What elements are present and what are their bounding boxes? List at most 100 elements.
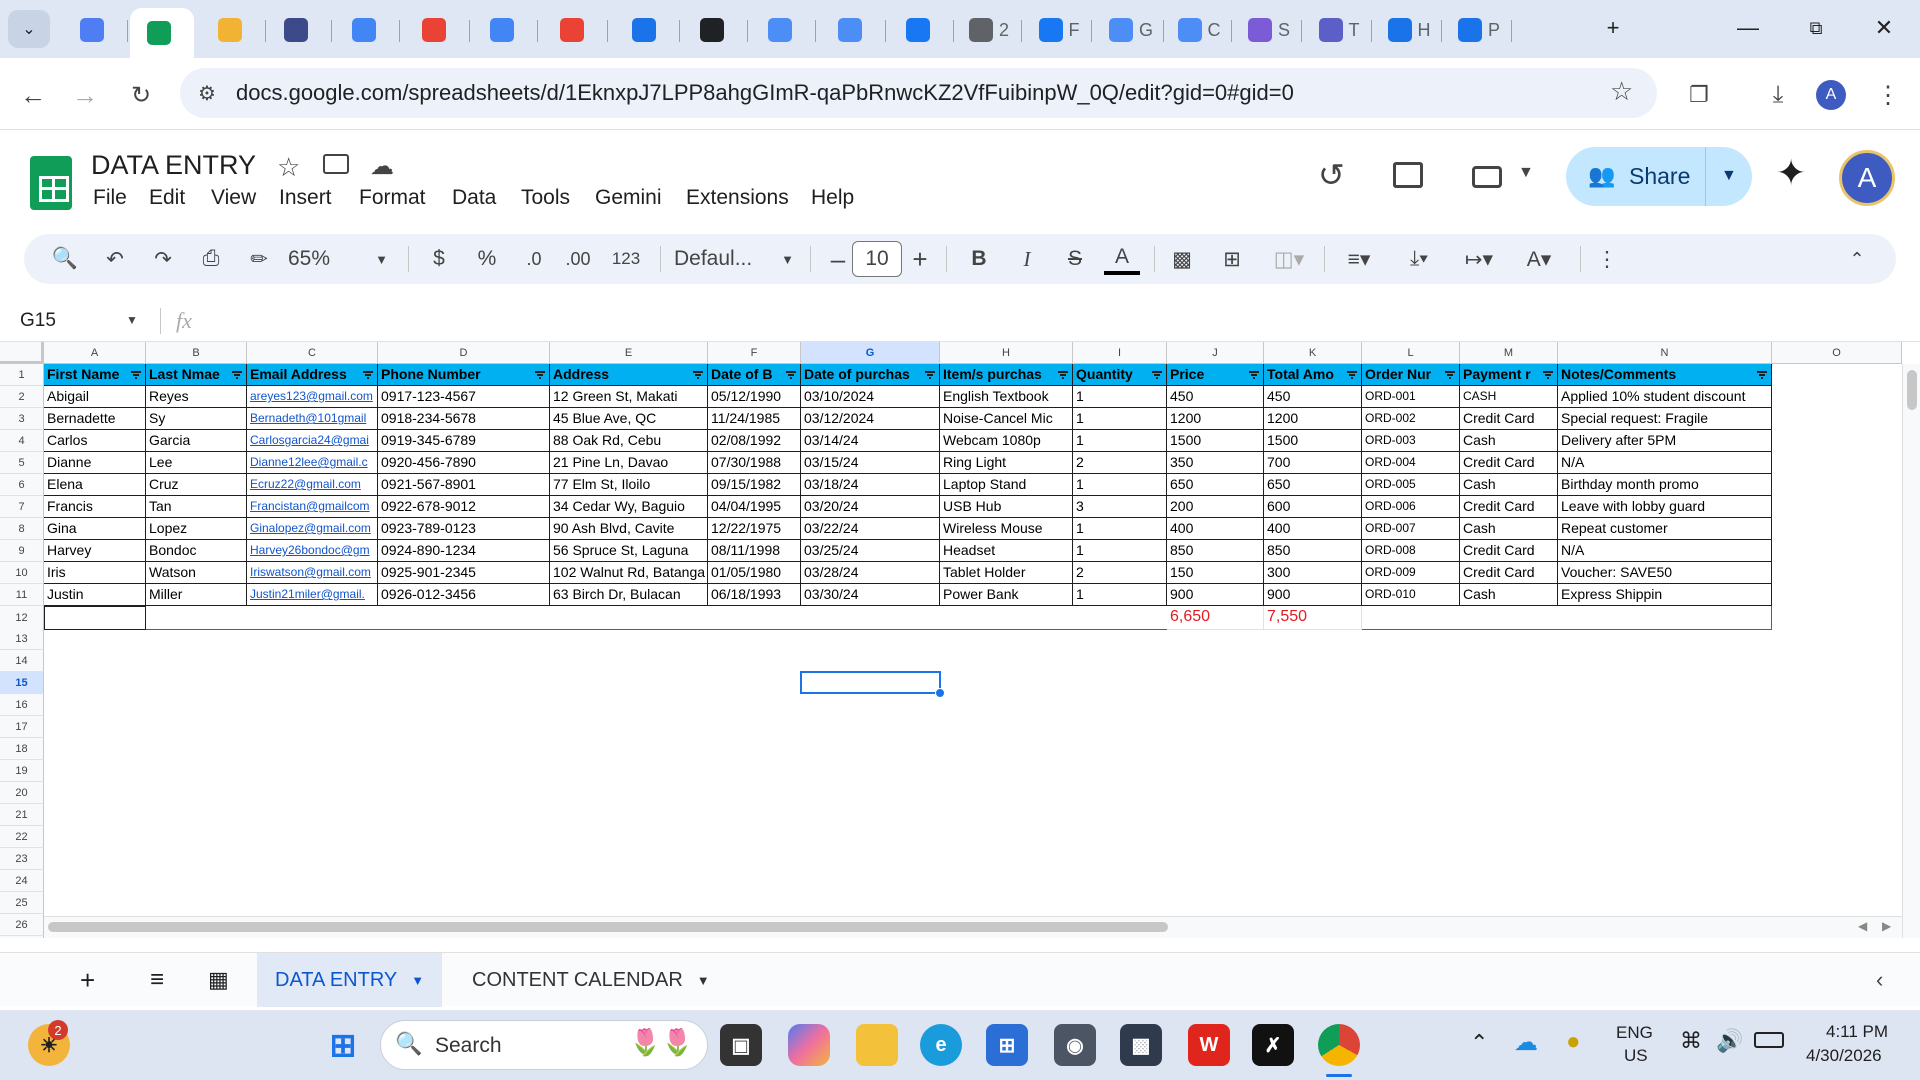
borders-icon[interactable]: ⊞ [1214, 243, 1250, 275]
data-cell[interactable]: Miller [146, 584, 247, 606]
data-cell[interactable]: 04/04/1995 [708, 496, 801, 518]
data-cell[interactable]: 0925-901-2345 [378, 562, 550, 584]
print-icon[interactable]: ⎙ [194, 243, 228, 275]
browser-tab[interactable] [750, 8, 816, 52]
data-cell[interactable]: 400 [1167, 518, 1264, 540]
data-cell[interactable]: Credit Card [1460, 452, 1558, 474]
column-header-h[interactable]: H [940, 342, 1073, 364]
data-cell[interactable]: 850 [1264, 540, 1362, 562]
data-cell[interactable]: Harvey26bondoc@gm [247, 540, 378, 562]
data-cell[interactable]: 03/14/24 [801, 430, 940, 452]
battery-icon[interactable] [1754, 1032, 1784, 1048]
add-sheet-button[interactable]: + [62, 953, 113, 1007]
data-cell[interactable]: 450 [1167, 386, 1264, 408]
vertical-align-icon[interactable]: ⤓▾ [1394, 243, 1444, 275]
data-cell[interactable]: Ecruz22@gmail.com [247, 474, 378, 496]
data-cell[interactable]: 700 [1264, 452, 1362, 474]
tray-app-icon[interactable]: ● [1566, 1028, 1581, 1056]
menu-gemini[interactable]: Gemini [595, 186, 662, 210]
data-cell[interactable]: 1500 [1264, 430, 1362, 452]
vertical-scroll-thumb[interactable] [1907, 370, 1917, 410]
data-cell[interactable]: Carlos [44, 430, 146, 452]
data-cell[interactable]: 45 Blue Ave, QC [550, 408, 708, 430]
data-cell[interactable]: Bondoc [146, 540, 247, 562]
data-cell[interactable]: 12 Green St, Makati [550, 386, 708, 408]
browser-tab[interactable] [614, 8, 680, 52]
row-header-20[interactable]: 20 [0, 782, 44, 804]
data-cell[interactable]: Ginalopez@gmail.com [247, 518, 378, 540]
language-top[interactable]: ENG [1616, 1023, 1653, 1043]
data-cell[interactable]: 02/08/1992 [708, 430, 801, 452]
data-cell[interactable]: 77 Elm St, Iloilo [550, 474, 708, 496]
data-cell[interactable]: Gina [44, 518, 146, 540]
data-cell[interactable]: Francistan@gmailcom [247, 496, 378, 518]
browser-tab[interactable] [472, 8, 538, 52]
column-header-b[interactable]: B [146, 342, 247, 364]
menu-data[interactable]: Data [452, 186, 496, 210]
header-cell[interactable]: Payment r [1460, 364, 1558, 386]
data-cell[interactable]: 600 [1264, 496, 1362, 518]
taskbar-search-box[interactable]: 🔍 Search 🌷🌷 [380, 1020, 708, 1070]
data-cell[interactable]: 88 Oak Rd, Cebu [550, 430, 708, 452]
data-cell[interactable]: 0924-890-1234 [378, 540, 550, 562]
data-cell[interactable]: 650 [1264, 474, 1362, 496]
row-header-22[interactable]: 22 [0, 826, 44, 848]
capcut-icon[interactable]: ✗ [1252, 1024, 1294, 1066]
browser-tab[interactable]: G [1098, 8, 1164, 52]
data-cell[interactable]: ORD-008 [1362, 540, 1460, 562]
data-cell[interactable]: 0922-678-9012 [378, 496, 550, 518]
data-cell[interactable]: ORD-004 [1362, 452, 1460, 474]
data-cell[interactable]: 102 Walnut Rd, Batanga [550, 562, 708, 584]
close-window-button[interactable]: ✕ [1861, 10, 1907, 46]
menu-format[interactable]: Format [359, 186, 426, 210]
hide-menus-icon[interactable]: ⌃ [1840, 243, 1874, 275]
data-cell[interactable]: Credit Card [1460, 408, 1558, 430]
data-cell[interactable]: 01/05/1980 [708, 562, 801, 584]
restore-button[interactable]: ⧉ [1793, 10, 1839, 46]
meet-icon[interactable] [1472, 166, 1502, 188]
data-cell[interactable]: 1200 [1264, 408, 1362, 430]
data-cell[interactable]: ORD-003 [1362, 430, 1460, 452]
forward-button[interactable]: → [68, 78, 102, 112]
chrome-icon[interactable] [1318, 1024, 1360, 1066]
data-cell[interactable]: 06/18/1993 [708, 584, 801, 606]
data-cell[interactable]: ORD-010 [1362, 584, 1460, 606]
data-cell[interactable]: Sy [146, 408, 247, 430]
row-header-25[interactable]: 25 [0, 892, 44, 914]
row-header-7[interactable]: 7 [0, 496, 44, 518]
horizontal-align-icon[interactable]: ≡▾ [1334, 243, 1384, 275]
column-header-l[interactable]: L [1362, 342, 1460, 364]
menu-edit[interactable]: Edit [149, 186, 185, 210]
decrease-font-size-button[interactable]: – [824, 243, 852, 275]
data-cell[interactable]: 0921-567-8901 [378, 474, 550, 496]
data-cell[interactable]: Delivery after 5PM [1558, 430, 1772, 452]
data-cell[interactable]: Harvey [44, 540, 146, 562]
data-cell[interactable]: Francis [44, 496, 146, 518]
browser-tab[interactable]: P [1446, 8, 1512, 52]
data-cell[interactable]: 400 [1264, 518, 1362, 540]
data-cell[interactable]: Cruz [146, 474, 247, 496]
star-icon[interactable]: ☆ [277, 152, 300, 183]
header-cell[interactable]: Address [550, 364, 708, 386]
column-header-i[interactable]: I [1073, 342, 1167, 364]
data-cell[interactable]: Noise-Cancel Mic [940, 408, 1073, 430]
data-cell[interactable]: 08/11/1998 [708, 540, 801, 562]
row-header-19[interactable]: 19 [0, 760, 44, 782]
data-cell[interactable]: Applied 10% student discount [1558, 386, 1772, 408]
italic-button[interactable]: I [1010, 243, 1044, 275]
collapse-side-panel-icon[interactable]: ‹ [1858, 953, 1901, 1007]
browser-tab[interactable]: F [1026, 8, 1092, 52]
data-cell[interactable]: 0918-234-5678 [378, 408, 550, 430]
data-cell[interactable]: 900 [1264, 584, 1362, 606]
data-cell[interactable]: N/A [1558, 540, 1772, 562]
data-cell[interactable]: Cash [1460, 584, 1558, 606]
menu-extensions[interactable]: Extensions [686, 186, 789, 210]
data-cell[interactable]: Credit Card [1460, 496, 1558, 518]
data-cell[interactable]: Power Bank [940, 584, 1073, 606]
data-cell[interactable]: Credit Card [1460, 540, 1558, 562]
clock-time[interactable]: 4:11 PM [1826, 1022, 1888, 1042]
header-cell[interactable]: First Name [44, 364, 146, 386]
column-header-k[interactable]: K [1264, 342, 1362, 364]
data-cell[interactable]: areyes123@gmail.com [247, 386, 378, 408]
search-menus-icon[interactable]: 🔍 [48, 243, 82, 275]
